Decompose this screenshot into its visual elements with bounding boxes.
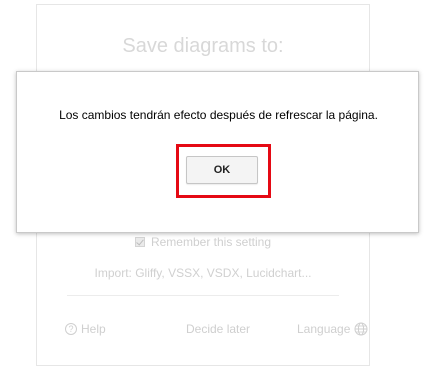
import-link: Import: Gliffy, VSSX, VSDX, Lucidchart..… xyxy=(94,266,312,280)
remember-setting-row: Remember this setting xyxy=(37,235,369,249)
help-circle-icon: ? xyxy=(65,323,77,335)
globe-icon xyxy=(354,322,368,336)
dialog-message: Los cambios tendrán efecto después de re… xyxy=(59,108,378,122)
remember-setting-label: Remember this setting xyxy=(150,235,272,249)
help-link: ? Help xyxy=(65,322,106,336)
decide-later-link: Decide later xyxy=(186,322,251,336)
app-stage: Save diagrams to: Remember this setting … xyxy=(0,0,427,373)
help-label: Help xyxy=(81,322,106,336)
ok-button[interactable]: OK xyxy=(186,156,258,184)
refresh-notice-dialog: Los cambios tendrán efecto después de re… xyxy=(16,71,419,233)
dialog-title: Save diagrams to: xyxy=(122,35,284,57)
checkbox-checked-icon xyxy=(134,237,145,247)
footer-divider xyxy=(67,295,339,296)
language-selector: Language xyxy=(297,322,368,336)
language-label: Language xyxy=(297,322,351,336)
